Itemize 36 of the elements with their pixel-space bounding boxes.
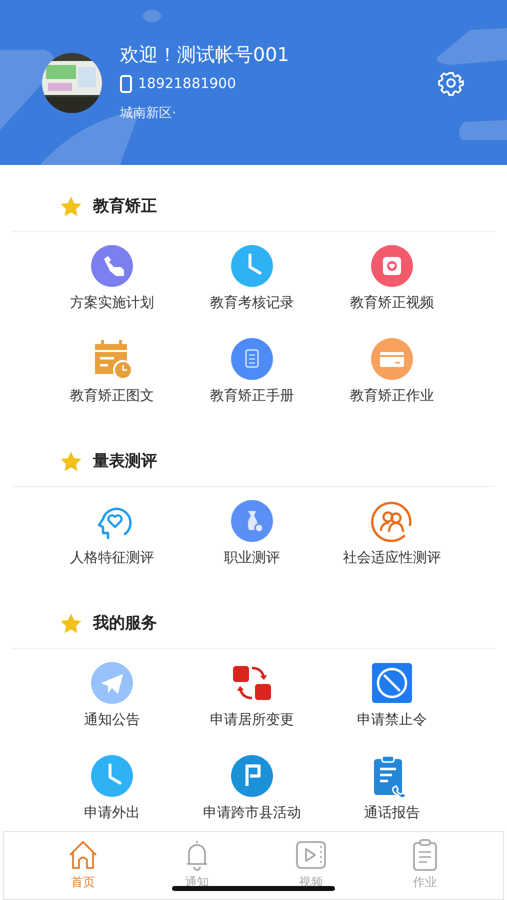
card-icon [371, 338, 413, 380]
menu-item[interactable]: 方案实施计划 [42, 245, 182, 338]
menu-item[interactable]: 申请禁止令 [322, 662, 462, 755]
star-icon [59, 612, 83, 636]
section-title: 教育矫正 [93, 195, 157, 217]
star-icon [59, 450, 83, 474]
vase-icon [231, 500, 273, 542]
menu-item[interactable]: 教育考核记录 [182, 245, 322, 338]
prohibited-icon [371, 662, 413, 704]
menu-item[interactable]: 申请外出 [42, 755, 182, 831]
menu-item[interactable]: 教育矫正手册 [182, 338, 322, 431]
clock-icon [231, 245, 273, 287]
section-title: 量表测评 [93, 450, 157, 472]
menu-item[interactable]: 人格特征测评 [42, 500, 182, 593]
phone-icon [120, 74, 132, 92]
clock-icon [91, 755, 133, 797]
people-icon [371, 500, 413, 542]
menu-item[interactable]: 社会适应性测评 [322, 500, 462, 593]
menu-item[interactable]: 教育矫正图文 [42, 338, 182, 431]
star-icon [59, 195, 83, 219]
document-icon [231, 338, 273, 380]
paper-plane-icon [91, 662, 133, 704]
welcome-title: 欢迎！测试帐号001 [120, 42, 290, 68]
video-icon [294, 838, 328, 872]
section-title: 我的服务 [93, 612, 157, 634]
menu-item[interactable]: 职业测评 [182, 500, 322, 593]
menu-item[interactable]: 申请跨市县活动 [182, 755, 322, 831]
menu-item[interactable]: 教育矫正作业 [322, 338, 462, 431]
menu-item[interactable]: 通知公告 [42, 662, 182, 755]
flag-icon [231, 755, 273, 797]
menu-item[interactable]: 教育矫正视频 [322, 245, 462, 338]
menu-item[interactable]: 申请居所变更 [182, 662, 322, 755]
phone-number: 18921881900 [138, 74, 236, 94]
district-text: 城南新区· [120, 104, 178, 122]
menu-item[interactable]: 通话报告 [322, 755, 462, 831]
settings-icon[interactable] [438, 70, 464, 96]
